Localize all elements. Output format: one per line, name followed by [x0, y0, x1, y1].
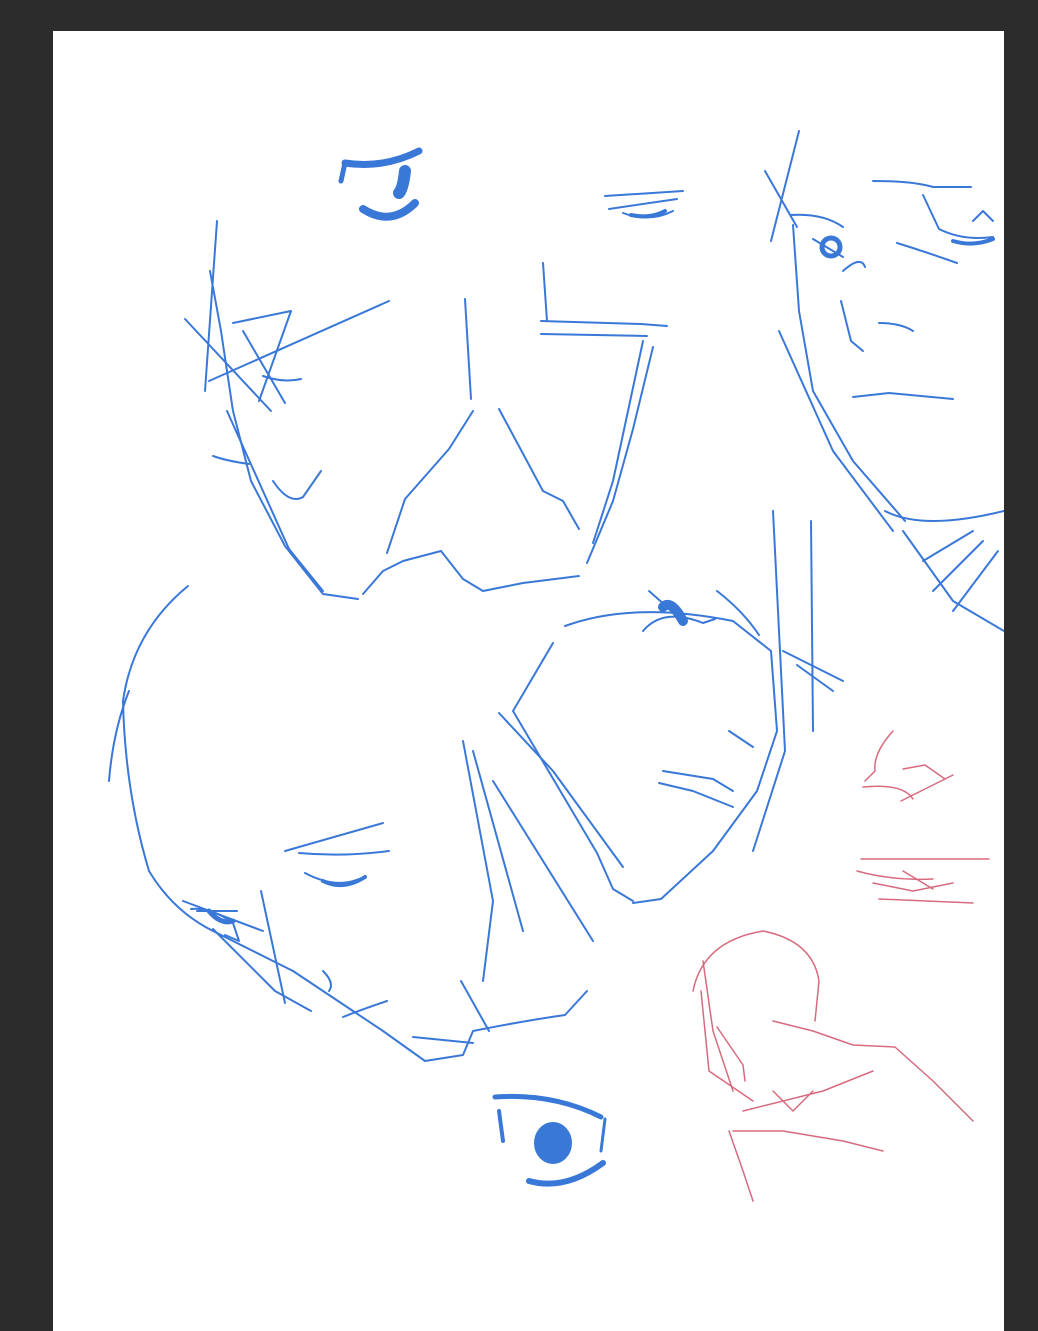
red-nose-study [862, 730, 954, 802]
head-upper-right [764, 130, 1004, 632]
floating-eye-bottom [492, 1093, 607, 1187]
head-lower-left [108, 585, 594, 1062]
head-upper-middle [604, 190, 684, 219]
floating-eye-top [338, 147, 423, 221]
red-mouth-study [856, 858, 990, 904]
red-figure-study [692, 930, 974, 1202]
head-lower-middle [498, 510, 844, 904]
sketch-layer[interactable] [53, 31, 1004, 1331]
head-upper-left [184, 220, 668, 600]
